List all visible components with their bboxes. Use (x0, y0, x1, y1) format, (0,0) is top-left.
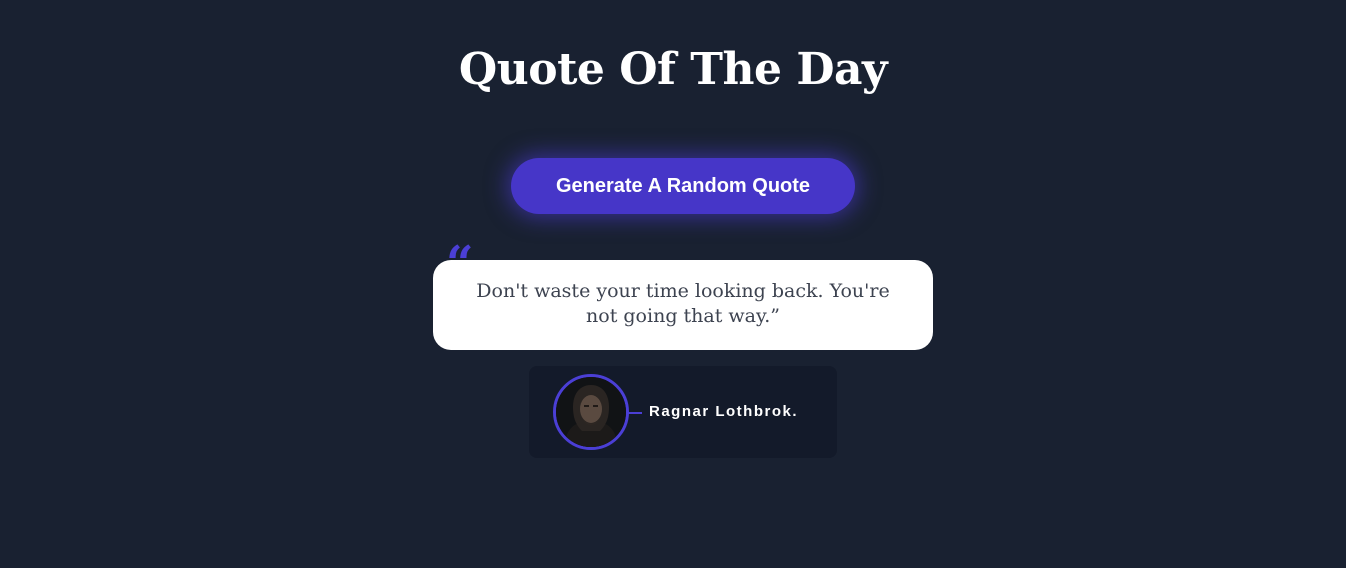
generate-quote-button[interactable]: Generate A Random Quote (511, 158, 855, 214)
open-quote-icon: “ (446, 236, 474, 292)
author-card: Ragnar Lothbrok. (529, 366, 837, 458)
quote-text: Don't waste your time looking back. You'… (476, 280, 890, 327)
author-avatar (553, 374, 629, 450)
quote-card: Don't waste your time looking back. You'… (433, 260, 933, 350)
portrait-photo-icon (556, 377, 626, 447)
page-title: Quote Of The Day (458, 44, 888, 95)
author-connector-line (628, 412, 642, 414)
author-name: Ragnar Lothbrok. (649, 403, 799, 420)
